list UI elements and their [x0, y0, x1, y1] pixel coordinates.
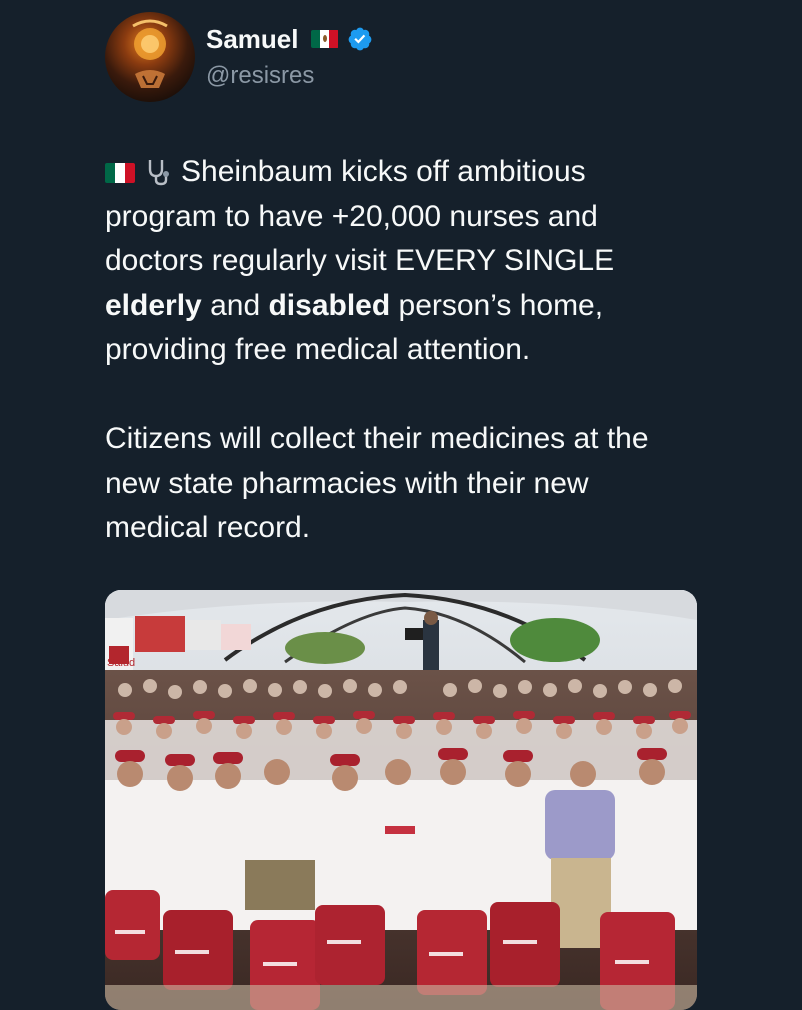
tweet-text-part: and — [201, 288, 269, 322]
banner-text: Salud — [107, 657, 135, 669]
mexico-flag-icon — [310, 30, 339, 48]
avatar-illustration-icon — [132, 19, 168, 88]
tweet-header: Samuel @resisres — [105, 12, 705, 104]
group-photo-image: Salud — [105, 590, 697, 1010]
tweet-paragraph-2: Citizens will collect their medicines at… — [105, 422, 649, 544]
avatar[interactable] — [105, 12, 195, 102]
tweet-photo[interactable]: Salud — [105, 590, 697, 1010]
verified-badge-icon — [348, 27, 371, 51]
mexico-flag-icon — [105, 163, 135, 183]
tweet-paragraph-1: Sheinbaum kicks off ambitious program to… — [105, 150, 695, 373]
display-name[interactable]: Samuel — [206, 24, 299, 55]
tweet-text-part: Sheinbaum kicks off ambitious program to… — [105, 155, 615, 277]
user-handle[interactable]: @resisres — [206, 62, 373, 90]
tweet-text: Sheinbaum kicks off ambitious program to… — [105, 150, 695, 551]
tweet-bold-word: disabled — [268, 288, 391, 322]
stethoscope-icon — [148, 160, 169, 186]
tweet-bold-word: elderly — [105, 288, 202, 322]
